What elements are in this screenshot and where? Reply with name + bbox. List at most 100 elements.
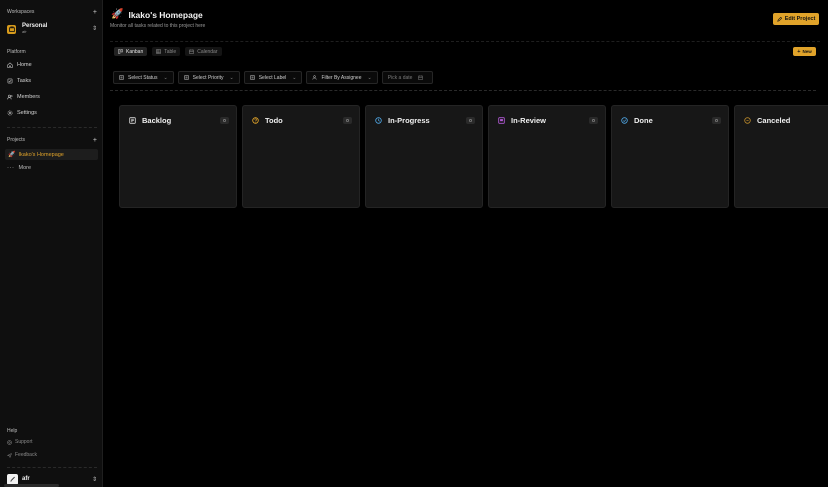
workspace-subtitle: afr — [22, 29, 27, 34]
chevron-down-icon: ⌄ — [367, 74, 372, 81]
more-label: More — [18, 165, 32, 171]
priority-filter[interactable]: Select Priority ⌄ — [177, 71, 240, 84]
nav-members[interactable]: Members — [7, 92, 97, 102]
edit-project-button[interactable]: Edit Project — [773, 13, 819, 25]
calendar-icon — [418, 75, 424, 80]
workspace-logo-icon — [7, 24, 16, 34]
column-title: In-Review — [511, 115, 547, 125]
page-title: 🚀 Ikako's Homepage — [111, 9, 203, 20]
column-in-progress[interactable]: In-Progress 0 — [365, 105, 483, 208]
nav-settings-label: Settings — [17, 110, 37, 116]
in-progress-icon — [375, 116, 382, 124]
date-picker-placeholder: Pick a date — [387, 74, 413, 81]
feedback-link[interactable]: Feedback — [7, 452, 37, 458]
filter-bar: Select Status ⌄ Select Priority ⌄ Select… — [113, 71, 434, 84]
rocket-icon: 🚀 — [8, 152, 16, 158]
tab-kanban-label: Kanban — [126, 48, 144, 55]
feedback-label: Feedback — [15, 452, 37, 458]
sidebar-project-item[interactable]: 🚀 Ikako's Homepage — [5, 149, 98, 160]
workspace-switcher[interactable]: Personal afr ⇕ — [7, 21, 97, 37]
add-project-icon[interactable]: + — [93, 137, 97, 144]
nav-home[interactable]: Home — [7, 60, 97, 70]
calendar-icon — [189, 49, 194, 54]
date-picker[interactable]: Pick a date — [381, 71, 434, 84]
user-name: afr — [22, 476, 30, 482]
tab-calendar-label: Calendar — [197, 48, 218, 55]
rocket-icon: 🚀 — [111, 9, 124, 20]
table-icon — [156, 49, 161, 54]
chevron-down-icon: ⌄ — [292, 74, 297, 81]
filter-lines-icon — [249, 75, 255, 80]
filter-lines-icon — [183, 75, 189, 80]
tab-kanban[interactable]: Kanban — [114, 47, 148, 56]
rocket-avatar-icon — [10, 476, 15, 482]
sidebar-divider — [7, 127, 97, 128]
projects-header: Projects + — [7, 136, 97, 144]
nav-settings[interactable]: Settings — [7, 108, 97, 118]
column-canceled[interactable]: Canceled — [734, 105, 828, 208]
sidebar-footer-divider — [7, 467, 97, 468]
more-dots-icon: ··· — [7, 165, 15, 171]
backlog-icon — [129, 116, 136, 124]
column-title: Canceled — [757, 115, 791, 125]
assignee-filter[interactable]: Filter By Assignee ⌄ — [306, 71, 378, 84]
workspaces-label: Workspaces — [7, 9, 35, 15]
done-icon — [621, 116, 628, 124]
column-todo[interactable]: Todo 0 — [242, 105, 360, 208]
workspaces-header: Workspaces + — [7, 8, 97, 16]
sidebar-project-label: Ikako's Homepage — [18, 151, 64, 158]
label-filter-label: Select Label — [258, 74, 287, 81]
support-link[interactable]: Support — [7, 439, 33, 445]
canceled-icon — [744, 116, 751, 124]
plus-icon: + — [797, 48, 801, 55]
pencil-icon — [776, 16, 782, 22]
gear-icon — [7, 110, 13, 116]
project-title: Ikako's Homepage — [128, 9, 203, 20]
chevron-down-icon: ⌄ — [229, 74, 234, 81]
filter-lines-icon — [119, 75, 124, 80]
column-title: Done — [634, 115, 653, 125]
project-subtitle: Monitor all tasks related to this projec… — [110, 23, 206, 29]
nav-members-label: Members — [17, 94, 40, 100]
support-icon — [7, 439, 12, 445]
column-count-badge: 0 — [712, 116, 721, 124]
status-filter-label: Select Status — [128, 74, 158, 81]
add-workspace-icon[interactable]: + — [93, 9, 97, 16]
column-title: In-Progress — [388, 115, 430, 125]
filter-divider — [110, 90, 816, 91]
in-review-icon — [498, 116, 505, 124]
new-task-button[interactable]: + New — [793, 47, 816, 56]
priority-filter-label: Select Priority — [192, 74, 224, 81]
column-count-badge: 0 — [220, 116, 229, 124]
column-backlog[interactable]: Backlog 0 — [119, 105, 237, 208]
nav-home-label: Home — [17, 62, 32, 68]
support-label: Support — [15, 439, 33, 445]
column-done[interactable]: Done 0 — [611, 105, 729, 208]
nav-tasks[interactable]: Tasks — [7, 76, 97, 86]
tab-calendar[interactable]: Calendar — [185, 47, 222, 56]
user-icon — [312, 75, 317, 80]
kanban-board: Backlog 0 Todo 0 In-Progress 0 In-Review… — [119, 105, 828, 209]
column-count-badge: 0 — [589, 116, 598, 124]
kanban-icon — [118, 49, 123, 54]
help-label: Help — [7, 428, 18, 434]
new-task-label: New — [802, 49, 812, 54]
tab-table[interactable]: Table — [152, 47, 181, 56]
column-title: Backlog — [142, 115, 172, 125]
chevron-updown-icon: ⇕ — [91, 26, 97, 32]
projects-label: Projects — [7, 137, 26, 143]
todo-icon — [252, 116, 259, 124]
column-count-badge: 0 — [466, 116, 475, 124]
column-in-review[interactable]: In-Review 0 — [488, 105, 606, 208]
avatar — [7, 473, 18, 485]
status-filter[interactable]: Select Status ⌄ — [113, 71, 174, 84]
label-filter[interactable]: Select Label ⌄ — [243, 71, 303, 84]
main-content: 🚀 Ikako's Homepage Monitor all tasks rel… — [103, 0, 828, 487]
tab-table-label: Table — [164, 48, 177, 55]
header-divider — [110, 41, 820, 42]
column-title: Todo — [265, 115, 283, 125]
more-button[interactable]: ··· More — [7, 165, 31, 171]
nav-tasks-label: Tasks — [17, 78, 32, 84]
tasks-icon — [7, 78, 13, 84]
column-count-badge: 0 — [343, 116, 352, 124]
